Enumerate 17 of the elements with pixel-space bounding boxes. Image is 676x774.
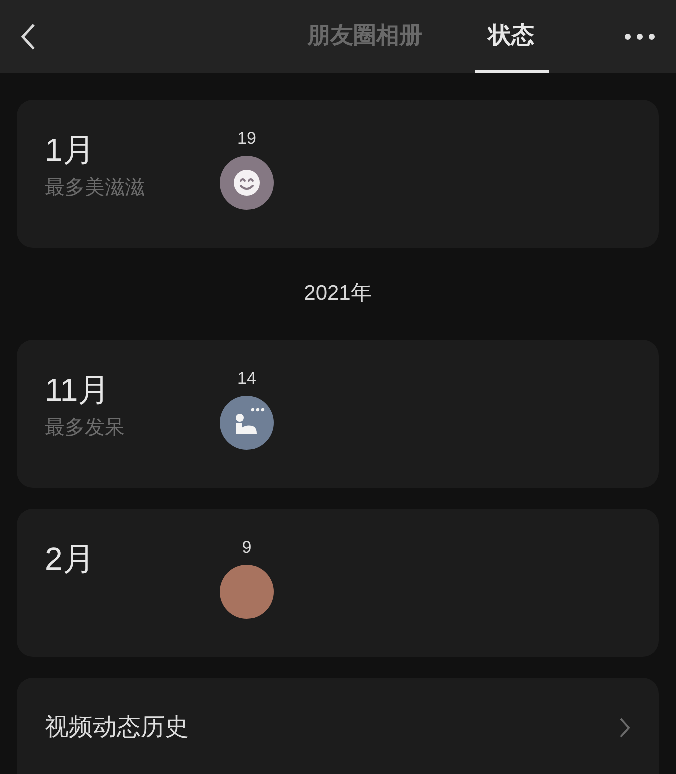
chevron-right-icon: [619, 717, 631, 739]
month-label: 1月: [45, 131, 96, 170]
year-label: 2021年: [304, 281, 372, 308]
month-label: 11月: [45, 371, 112, 410]
month-subtitle: 最多发呆: [45, 416, 126, 441]
month-card[interactable]: 1月 最多美滋滋 19: [17, 100, 659, 248]
more-icon[interactable]: [624, 32, 656, 40]
status-count: 14: [238, 368, 256, 390]
status-count: 9: [242, 537, 252, 559]
month-subtitle: 最多美滋滋: [45, 176, 146, 201]
tab[interactable]: 状态: [474, 0, 548, 73]
month-card[interactable]: 2月 9: [17, 509, 659, 657]
video-history-row[interactable]: 视频动态历史: [17, 678, 659, 774]
status-count: 19: [238, 128, 256, 150]
month-label: 2月: [45, 540, 96, 579]
back-icon[interactable]: [20, 22, 36, 50]
month-card[interactable]: 11月 最多发呆 14: [17, 340, 659, 488]
